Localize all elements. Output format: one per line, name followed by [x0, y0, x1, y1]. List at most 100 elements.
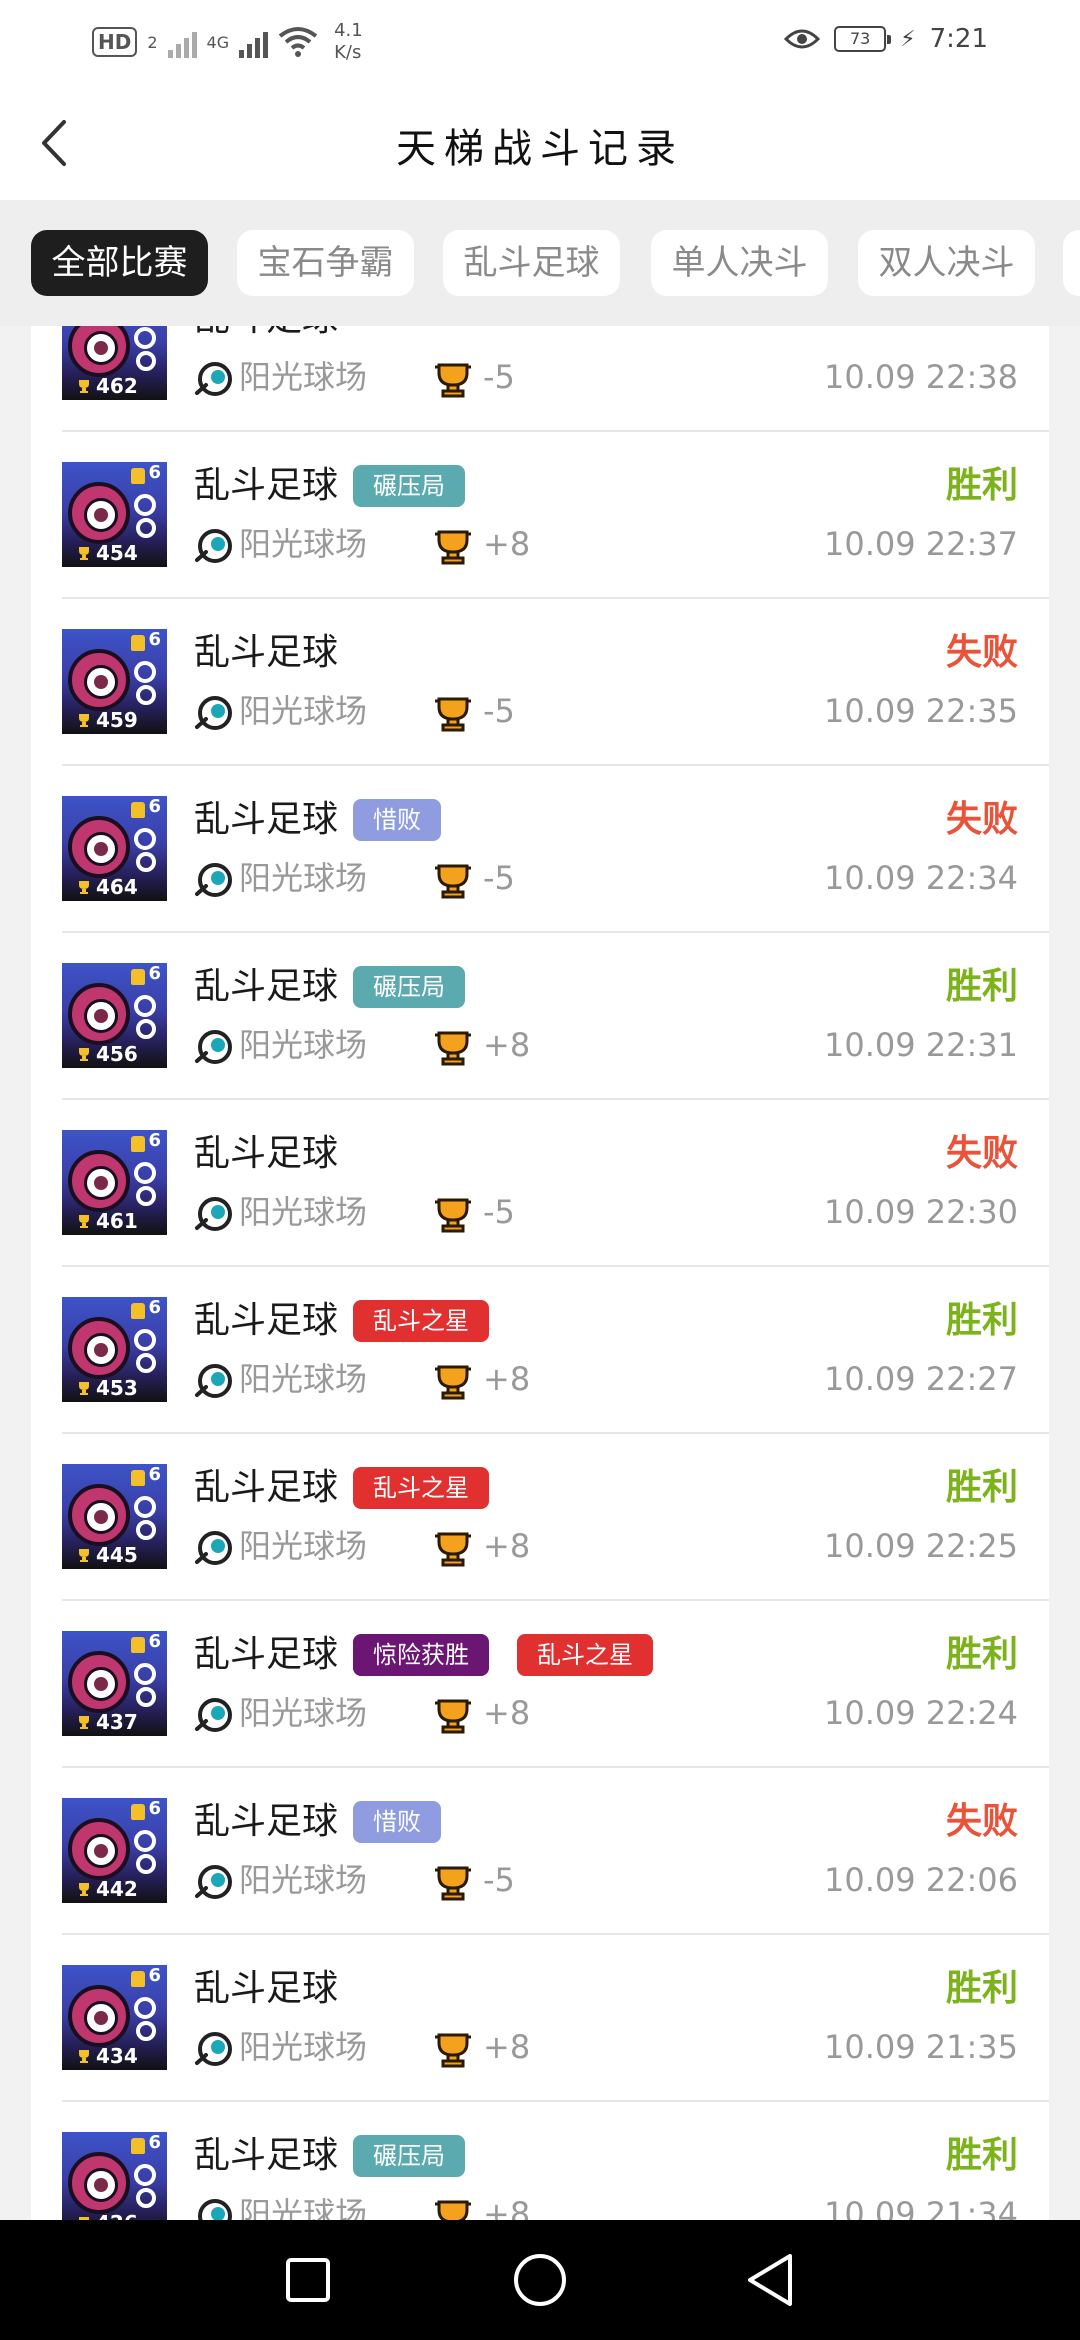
brawler-level: 6 — [148, 1297, 161, 1318]
signal-sim2-icon — [239, 26, 269, 58]
avatar-pupil — [94, 675, 108, 689]
net-speed: 4.1 K/s — [334, 20, 363, 64]
game-mode: 乱斗足球 — [194, 632, 339, 673]
match-time: 10.09 22:30 — [824, 1193, 1018, 1231]
match-row[interactable]: 6 454 乱斗足球 碾压局 阳光球场 +8 胜利 10.09 22:37 — [31, 432, 1049, 599]
trophy-icon — [79, 1716, 89, 1729]
tab-more[interactable] — [1063, 230, 1080, 296]
match-time: 10.09 22:37 — [824, 525, 1018, 563]
system-nav-bar — [0, 2220, 1080, 2340]
avatar-pupil — [94, 842, 108, 856]
game-mode: 乱斗足球 — [194, 1801, 339, 1842]
brawler-avatar: 6 445 — [62, 1464, 167, 1569]
match-row[interactable]: 6 456 乱斗足球 碾压局 阳光球场 +8 胜利 10.09 22:31 — [31, 933, 1049, 1100]
ball-map-icon — [195, 1698, 232, 1732]
ball-map-icon — [195, 1531, 232, 1565]
match-row[interactable]: 6 434 乱斗足球 阳光球场 +8 胜利 10.09 21:35 — [31, 1935, 1049, 2102]
match-row[interactable]: 6 426 乱斗足球碾压局阳光球场 +8 胜利 10.09 21:34 — [31, 2102, 1049, 2220]
tab-solo-showdown[interactable]: 单人决斗 — [651, 230, 828, 296]
tab-all[interactable]: 全部比赛 — [31, 230, 208, 296]
back-nav-button[interactable] — [738, 2248, 802, 2312]
brawler-level: 6 — [148, 796, 161, 817]
brawler-avatar: 6 442 — [62, 1798, 167, 1903]
match-row[interactable]: 6 453 乱斗足球 乱斗之星 阳光球场 +8 胜利 10.09 22:27 — [31, 1267, 1049, 1434]
map-name: 阳光球场 — [239, 1527, 368, 1565]
game-mode: 乱斗足球 — [194, 2135, 339, 2176]
avatar-ring — [134, 1663, 156, 1685]
trophy-icon — [79, 380, 89, 393]
match-result: 胜利 — [945, 465, 1018, 506]
avatar-pupil — [94, 2011, 108, 2025]
power-level-icon — [131, 1637, 145, 1653]
trophy-icon — [435, 2200, 471, 2220]
avatar-ring — [136, 1520, 156, 1540]
clock: 7:21 — [929, 24, 988, 54]
match-tags: 乱斗之星 — [353, 1300, 489, 1342]
trophy-delta: +8 — [483, 525, 531, 563]
game-mode: 乱斗足球 — [194, 326, 338, 343]
avatar-ring — [134, 494, 156, 516]
match-result: 胜利 — [945, 1300, 1018, 1341]
map-name: 阳光球场 — [239, 1861, 368, 1899]
tab-duo-showdown[interactable]: 双人决斗 — [858, 230, 1035, 296]
trophy-icon — [435, 1866, 471, 1901]
trophy-icon — [79, 1549, 89, 1562]
avatar-ring — [136, 1854, 156, 1874]
signal-sim1-icon — [167, 26, 197, 58]
match-tag: 乱斗之星 — [353, 1467, 489, 1509]
game-mode: 乱斗足球 — [194, 1300, 339, 1341]
trophy-delta: +8 — [483, 2028, 531, 2066]
match-tags: 惊险获胜 乱斗之星 — [353, 1634, 653, 1676]
brawler-trophies: 459 — [96, 708, 138, 732]
avatar-pupil — [94, 341, 108, 355]
ball-map-icon — [198, 2199, 232, 2220]
trophy-icon — [79, 714, 89, 727]
match-row[interactable]: 6462 乱斗足球阳光球场 -5 10.09 22:38 — [31, 326, 1049, 432]
brawler-trophies: 464 — [96, 875, 138, 899]
ball-map-icon — [195, 1865, 232, 1899]
match-result: 失败 — [945, 632, 1018, 673]
power-level-icon — [131, 1971, 145, 1987]
match-time: 10.09 22:06 — [824, 1861, 1018, 1899]
avatar-ring — [134, 1496, 156, 1518]
brawler-trophies: 437 — [96, 1710, 138, 1734]
recents-button[interactable] — [276, 2248, 340, 2312]
net-speed-value: 4.1 — [334, 20, 363, 41]
map-name: 阳光球场 — [239, 2195, 368, 2220]
match-row[interactable]: 6 464 乱斗足球 惜败 阳光球场 -5 失败 10.09 22:34 — [31, 766, 1049, 933]
avatar-ring — [134, 2164, 156, 2186]
status-right: 73 ⚡ 7:21 — [784, 24, 988, 54]
game-mode: 乱斗足球 — [194, 1968, 339, 2009]
match-result: 失败 — [945, 1133, 1018, 1174]
map-name: 阳光球场 — [239, 1026, 368, 1064]
match-row[interactable]: 6 461 乱斗足球 阳光球场 -5 失败 10.09 22:30 — [31, 1100, 1049, 1267]
brawler-level: 6 — [148, 1965, 161, 1986]
avatar-ring — [136, 852, 156, 872]
tab-brawl-ball[interactable]: 乱斗足球 — [443, 230, 620, 296]
match-tags: 惜败 — [353, 1801, 441, 1843]
trophy-icon — [435, 530, 471, 565]
map-name: 阳光球场 — [239, 1694, 368, 1732]
trophy-icon — [435, 697, 471, 732]
match-row[interactable]: 6 445 乱斗足球 乱斗之星 阳光球场 +8 胜利 10.09 22:25 — [31, 1434, 1049, 1601]
home-button[interactable] — [508, 2248, 572, 2312]
match-tag: 惜败 — [353, 1801, 441, 1843]
avatar-ring — [134, 661, 156, 683]
brawler-trophies: 453 — [96, 1376, 138, 1400]
trophy-delta: +8 — [483, 1026, 531, 1064]
hd-sub: 2 — [147, 32, 158, 52]
game-mode: 乱斗足球 — [194, 1634, 339, 1675]
trophy-icon — [79, 1883, 89, 1896]
match-row[interactable]: 6 459 乱斗足球 阳光球场 -5 失败 10.09 22:35 — [31, 599, 1049, 766]
tab-gem-grab[interactable]: 宝石争霸 — [237, 230, 414, 296]
game-mode: 乱斗足球 — [194, 799, 339, 840]
match-list[interactable]: 6462乱斗足球阳光球场-510.09 22:386454乱斗足球碾压局阳光球场… — [31, 326, 1049, 2220]
power-level-icon — [131, 1136, 145, 1152]
trophy-delta: +8 — [483, 2195, 531, 2220]
match-row[interactable]: 6 437 乱斗足球 惊险获胜 乱斗之星 阳光球场 +8 胜利 10.09 22:24 — [31, 1601, 1049, 1768]
match-time: 10.09 22:31 — [824, 1026, 1018, 1064]
brawler-avatar: 6 434 — [62, 1965, 167, 2070]
charging-icon: ⚡ — [900, 26, 916, 52]
match-row[interactable]: 6 442 乱斗足球 惜败 阳光球场 -5 失败 10.09 22:06 — [31, 1768, 1049, 1935]
ball-map-icon — [195, 2032, 232, 2066]
